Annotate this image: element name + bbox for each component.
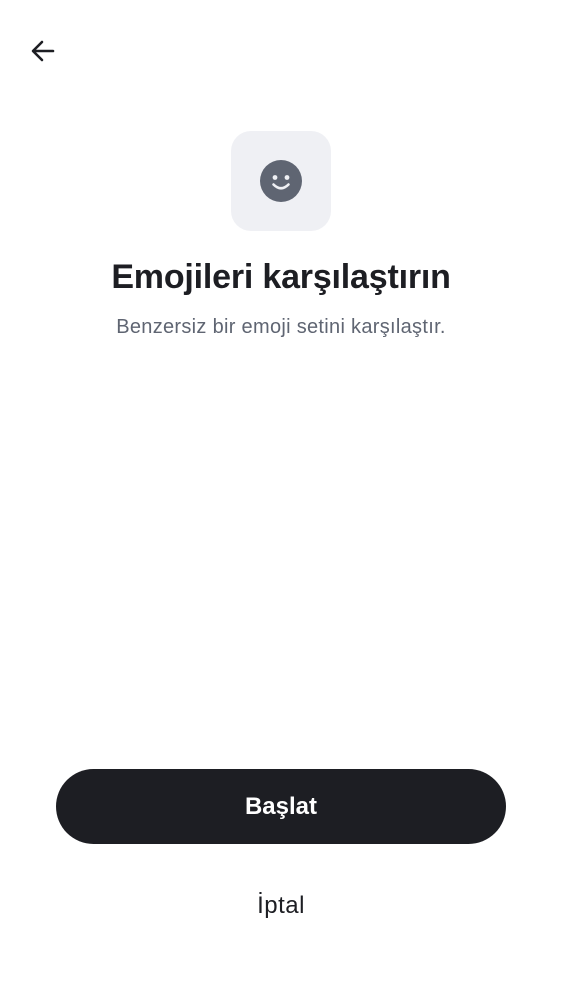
back-button[interactable]: [22, 30, 64, 72]
cancel-button[interactable]: İptal: [181, 880, 381, 932]
page-subtitle: Benzersiz bir emoji setini karşılaştır.: [116, 316, 446, 338]
emoji-icon-tile: [231, 131, 331, 231]
arrow-left-icon: [31, 40, 55, 62]
smiley-face-icon: [260, 160, 302, 202]
start-button[interactable]: Başlat: [56, 769, 506, 844]
page-title: Emojileri karşılaştırın: [111, 258, 451, 296]
